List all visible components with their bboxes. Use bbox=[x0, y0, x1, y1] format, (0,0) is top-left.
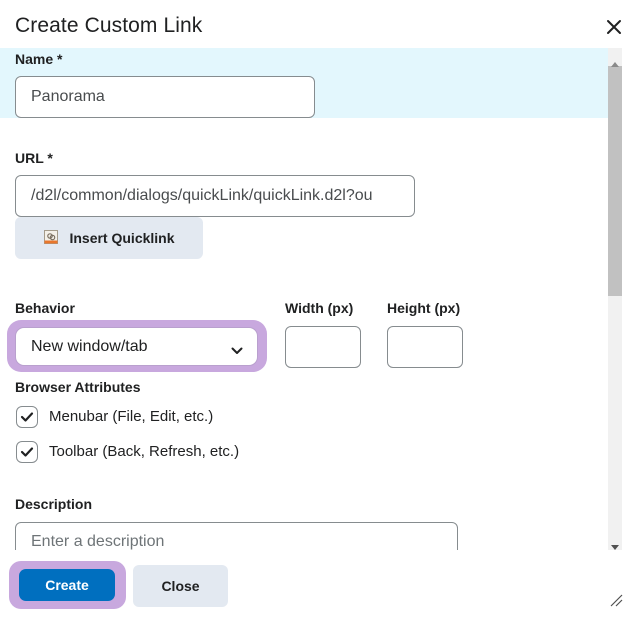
height-label: Height (px) bbox=[387, 300, 461, 316]
name-label: Name * bbox=[15, 51, 63, 67]
scroll-up-arrow-icon[interactable] bbox=[611, 54, 619, 67]
chevron-down-icon bbox=[231, 342, 243, 360]
url-input[interactable]: /d2l/common/dialogs/quickLink/quickLink.… bbox=[15, 175, 415, 217]
checkmark-icon bbox=[20, 412, 34, 422]
description-label: Description bbox=[15, 496, 93, 512]
scrollbar-thumb[interactable] bbox=[608, 66, 622, 296]
close-button[interactable]: Close bbox=[133, 565, 228, 607]
width-label: Width (px) bbox=[285, 300, 354, 316]
description-input[interactable]: Enter a description bbox=[15, 522, 458, 550]
quicklink-icon bbox=[43, 229, 59, 248]
behavior-select[interactable]: New window/tab bbox=[15, 327, 258, 366]
create-custom-link-dialog: Create Custom Link Name * Panorama URL *… bbox=[0, 0, 640, 622]
behavior-label: Behavior bbox=[15, 300, 75, 316]
dialog-body: Name * Panorama URL * /d2l/common/dialog… bbox=[0, 48, 624, 550]
dialog-title: Create Custom Link bbox=[15, 14, 203, 37]
toolbar-checkbox-label: Toolbar (Back, Refresh, etc.) bbox=[49, 443, 240, 460]
resize-grip-icon[interactable] bbox=[608, 592, 624, 608]
create-button[interactable]: Create bbox=[19, 569, 115, 601]
height-input[interactable] bbox=[387, 326, 463, 368]
width-input[interactable] bbox=[285, 326, 361, 368]
insert-quicklink-button[interactable]: Insert Quicklink bbox=[15, 217, 203, 259]
menubar-checkbox-label: Menubar (File, Edit, etc.) bbox=[49, 408, 214, 425]
close-icon[interactable] bbox=[603, 16, 625, 38]
browser-attributes-label: Browser Attributes bbox=[15, 379, 141, 395]
url-label: URL * bbox=[15, 150, 53, 166]
name-input[interactable]: Panorama bbox=[15, 76, 315, 118]
scroll-down-arrow-icon[interactable] bbox=[611, 538, 619, 550]
checkmark-icon bbox=[20, 447, 34, 457]
menubar-checkbox[interactable] bbox=[16, 406, 38, 428]
toolbar-checkbox[interactable] bbox=[16, 441, 38, 463]
